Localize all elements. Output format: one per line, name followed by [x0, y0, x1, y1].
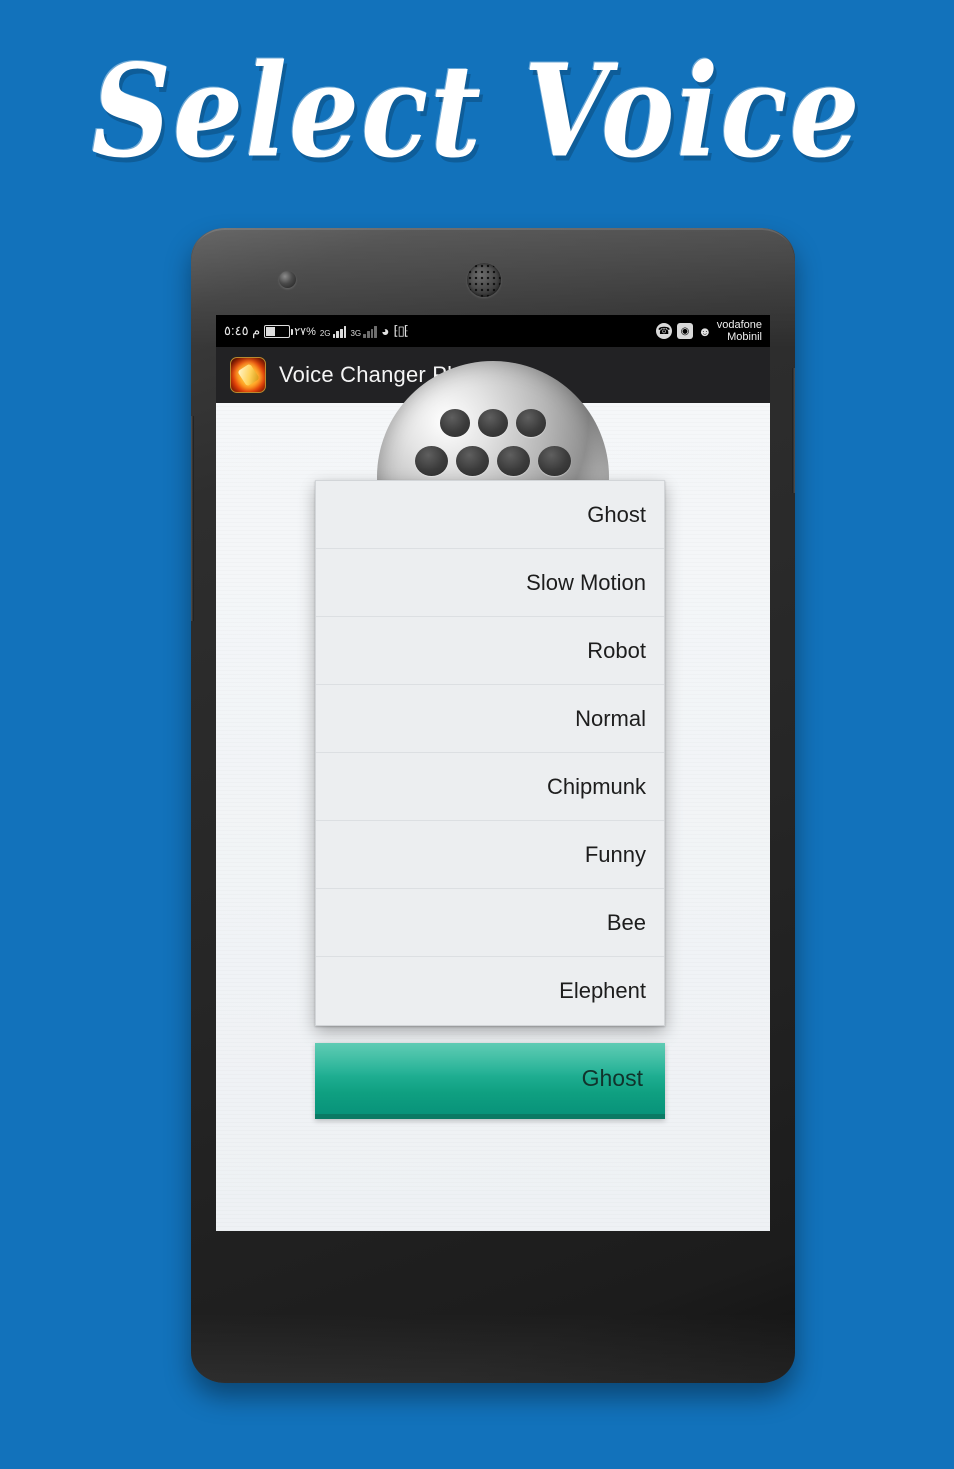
- carrier-line-2: Mobinil: [727, 331, 762, 343]
- mic-hole: [456, 445, 489, 477]
- signal-3g-label: 3G: [350, 328, 362, 338]
- signal-3g-bars: [363, 325, 378, 338]
- voice-dropdown-list[interactable]: Ghost Slow Motion Robot Normal Chipmunk …: [315, 480, 665, 1026]
- status-bar-left: م ٥:٤٥ ٢٧% 2G 3G ◕ ⁅▯⁅: [224, 323, 409, 339]
- mic-hole: [516, 409, 546, 437]
- voice-spinner-button[interactable]: Ghost: [315, 1043, 665, 1119]
- phone-device-mockup: م ٥:٤٥ ٢٧% 2G 3G ◕ ⁅▯⁅ ☎ ◉ ☻ vodafone Mo…: [191, 228, 795, 1383]
- mic-hole: [497, 445, 530, 477]
- signal-3g: 3G: [350, 325, 378, 338]
- list-item[interactable]: Chipmunk: [316, 753, 664, 821]
- status-bar-right: ☎ ◉ ☻ vodafone Mobinil: [656, 319, 762, 343]
- list-item[interactable]: Slow Motion: [316, 549, 664, 617]
- banner: Select Voice: [0, 42, 954, 182]
- status-bar: م ٥:٤٥ ٢٧% 2G 3G ◕ ⁅▯⁅ ☎ ◉ ☻ vodafone Mo…: [216, 315, 770, 347]
- phone-bottom-gloss: [191, 1313, 795, 1383]
- list-item[interactable]: Funny: [316, 821, 664, 889]
- status-time: م ٥:٤٥: [224, 323, 261, 338]
- battery-percent-label: ٢٧%: [294, 325, 316, 338]
- camera-icon: ◉: [677, 323, 694, 339]
- earpiece-speaker-icon: [467, 263, 501, 297]
- vibrate-icon: ⁅▯⁅: [393, 323, 409, 338]
- page-title: Select Voice: [91, 37, 863, 187]
- signal-2g-label: 2G: [319, 328, 331, 338]
- mic-hole: [440, 409, 470, 437]
- power-button[interactable]: [792, 368, 795, 493]
- signal-2g-bars: [332, 325, 347, 338]
- mic-hole: [415, 445, 448, 477]
- signal-2g: 2G: [320, 325, 347, 338]
- flame-microphone-app-icon: [230, 357, 266, 393]
- incognito-glasses-icon: ☻: [698, 323, 712, 339]
- list-item[interactable]: Bee: [316, 889, 664, 957]
- phone-icon: ☎: [656, 323, 673, 339]
- mic-hole: [538, 445, 571, 477]
- front-camera-icon: [279, 271, 296, 288]
- carrier-line-1: vodafone: [716, 319, 762, 331]
- wifi-icon: ◕: [381, 323, 390, 339]
- list-item[interactable]: Robot: [316, 617, 664, 685]
- phone-screen: م ٥:٤٥ ٢٧% 2G 3G ◕ ⁅▯⁅ ☎ ◉ ☻ vodafone Mo…: [216, 315, 770, 1231]
- battery-icon: [264, 324, 294, 338]
- carrier-label: vodafone Mobinil: [717, 319, 762, 343]
- battery-fill: [266, 326, 276, 336]
- volume-button[interactable]: [191, 416, 194, 621]
- app-content: Ghost Slow Motion Robot Normal Chipmunk …: [216, 361, 770, 1231]
- voice-spinner-value: Ghost: [581, 1065, 643, 1091]
- list-item[interactable]: Ghost: [316, 481, 664, 549]
- list-item[interactable]: Normal: [316, 685, 664, 753]
- mic-hole: [478, 409, 508, 437]
- list-item[interactable]: Elephent: [316, 957, 664, 1025]
